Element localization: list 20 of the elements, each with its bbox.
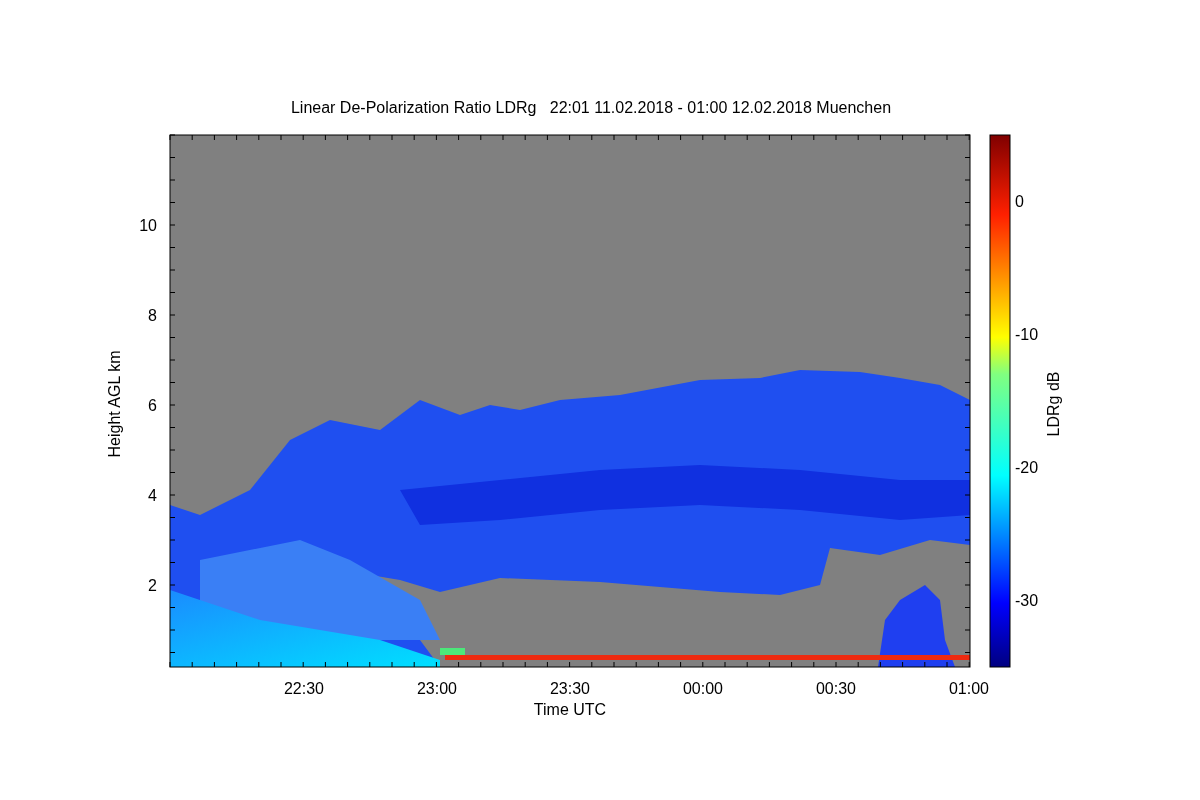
y-tick-label: 6	[148, 397, 157, 414]
colorbar-tick-label: -20	[1015, 459, 1039, 476]
x-tick-label: 23:30	[550, 680, 590, 697]
chart-title: Linear De-Polarization Ratio LDRg 22:01 11.02.2018 - 01:00 12.02.2018 Muenchen	[290, 99, 892, 116]
y-axis-title: Height AGL km	[106, 350, 123, 458]
x-tick-label: 22:30	[284, 680, 324, 697]
y-tick-label: 10	[139, 217, 157, 234]
colorbar-title: LDRg dB	[1045, 371, 1062, 437]
x-tick-label: 00:00	[683, 680, 723, 697]
colorbar-tick-label: 0	[1015, 193, 1024, 210]
x-tick-label: 00:30	[816, 680, 856, 697]
y-tick-label: 2	[148, 577, 157, 594]
y-tick-label: 8	[148, 307, 157, 324]
x-axis-title: Time UTC	[533, 701, 607, 718]
x-tick-label: 23:00	[417, 680, 457, 697]
colorbar-tick-label: -30	[1015, 592, 1039, 609]
echo-patch	[440, 648, 465, 655]
x-tick-label: 01:00	[949, 680, 989, 697]
y-tick-label: 4	[148, 487, 157, 504]
colorbar-tick-label: -10	[1015, 326, 1039, 343]
